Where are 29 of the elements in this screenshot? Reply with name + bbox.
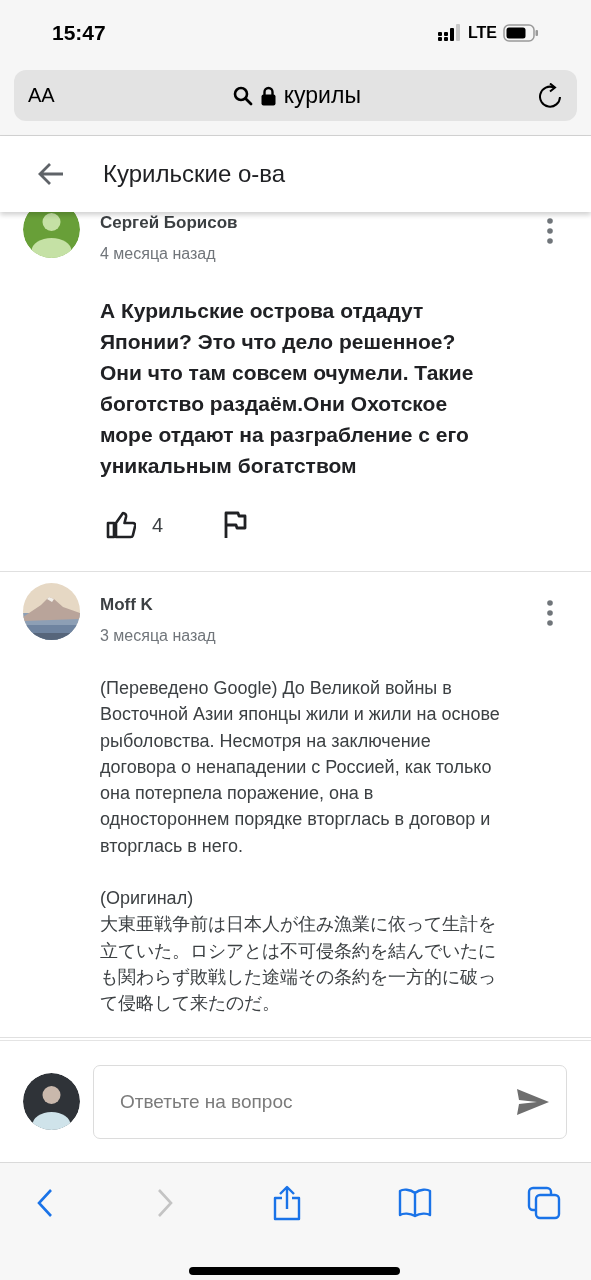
more-icon[interactable] [547, 218, 553, 244]
author-name: Moff K [100, 595, 154, 615]
text-size-button[interactable]: AA [28, 84, 55, 107]
page-title: Курильские о-ва [103, 160, 286, 188]
original-label: (Оригинал) [100, 887, 195, 911]
tabs-icon[interactable] [527, 1186, 561, 1220]
signal-icon [437, 24, 462, 42]
lock-icon [260, 85, 276, 106]
url-text[interactable]: курилы [283, 82, 361, 109]
avatar-icon [23, 1073, 80, 1130]
reload-icon[interactable] [539, 82, 563, 109]
thumbs-up-icon[interactable] [106, 511, 136, 539]
clock: 15:47 [52, 21, 106, 45]
search-icon [232, 85, 253, 106]
send-icon[interactable] [517, 1088, 549, 1115]
comment-text: А Курильские острова отдадут Японии? Это что дело решенное? Они что там совсем очумели. Такие боготство раздаём.Они Охотское море отдают на разграбление с его уникальным богатством [100, 298, 475, 479]
reply-field[interactable]: Ответьте на вопрос [93, 1064, 567, 1139]
network-type: LTE [467, 24, 497, 42]
battery-icon [503, 24, 539, 42]
author-name: Сергей Борисов [100, 213, 239, 233]
original-text: 大東亜戦争前は日本人が住み漁業に依って生計を立ていた。ロシアとは不可侵条約を結んでいたにも関わらず敗戦した途端その条約を一方的に破って侵略して来たのだ。 [100, 913, 497, 1016]
flag-icon[interactable] [223, 511, 248, 539]
like-count: 4 [152, 513, 164, 537]
comment-time: 3 месяца назад [100, 627, 217, 645]
book-icon[interactable] [397, 1188, 432, 1218]
comment-time: 4 месяца назад [100, 245, 217, 263]
comment-text: (Переведено Google) До Великой войны в Восточной Азии японцы жили и жили на основе рыболовства. Несмотря на заключение договора о ненападении с Россией, как только она потерпела поражение, она в одностороннем порядке вторглась в договор и вторглась в него. [100, 677, 501, 858]
share-icon[interactable] [272, 1185, 302, 1221]
more-icon[interactable] [547, 600, 553, 626]
